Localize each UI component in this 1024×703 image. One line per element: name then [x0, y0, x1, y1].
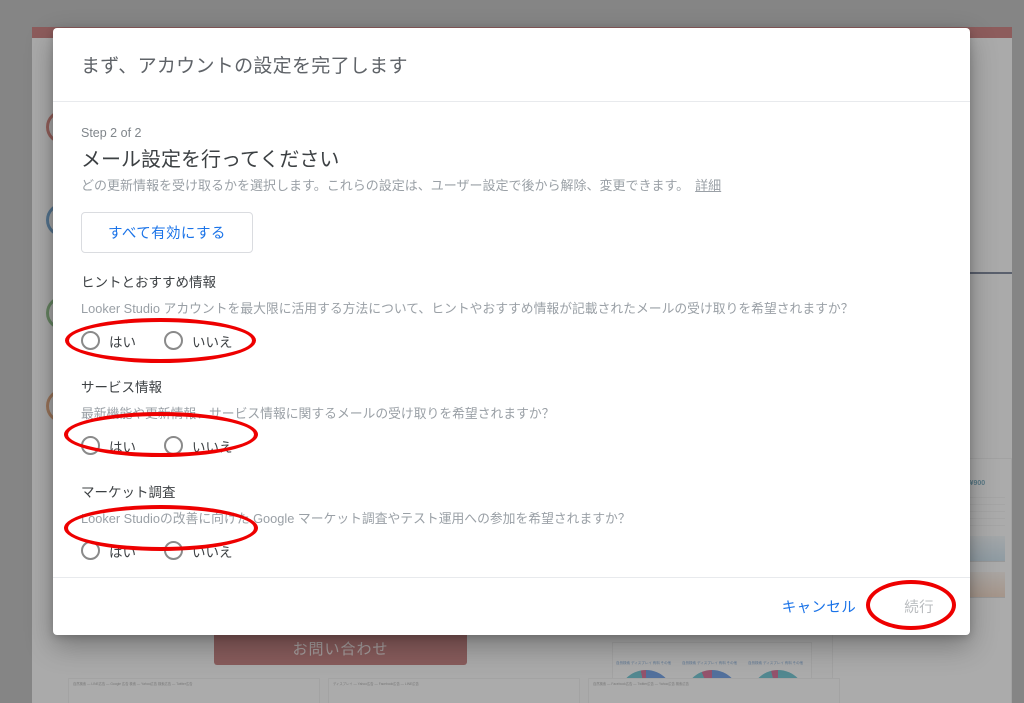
option-title: マーケット調査: [81, 484, 176, 500]
option-description: Looker Studio アカウントを最大限に活用する方法について、ヒントやお…: [81, 300, 854, 316]
radio-circle-icon[interactable]: [164, 331, 183, 351]
onboarding-dialog: まず、アカウントの設定を完了します Step 2 of 2 メール設定を行ってく…: [53, 28, 970, 635]
radio-circle-icon[interactable]: [81, 436, 100, 456]
radio-group-service-news: はい いいえ: [81, 429, 942, 463]
radio-circle-icon[interactable]: [81, 331, 100, 351]
chart-legend: 自然検索 — Facebook広告 — Twitter広告 — Yahoo広告 …: [593, 682, 689, 686]
section-description: どの更新情報を受け取るかを選択します。これらの設定は、ユーザー設定で後から解除、…: [81, 177, 942, 196]
radio-circle-icon[interactable]: [164, 436, 183, 456]
radio-label: はい: [109, 544, 136, 560]
dashboard-area-chart: ディスプレイ — Yahoo広告 — Facebook広告 — LINE広告: [328, 678, 580, 703]
radio-tips-no[interactable]: いいえ: [164, 331, 255, 351]
dialog-title: まず、アカウントの設定を完了します: [81, 56, 408, 77]
radio-service-news-no[interactable]: いいえ: [164, 436, 255, 456]
option-group-market-research: マーケット調査 Looker Studioの改善に向けた Google マーケッ…: [81, 481, 942, 568]
radio-label: いいえ: [192, 544, 233, 560]
radio-market-research-yes[interactable]: はい: [81, 541, 158, 561]
enable-all-button[interactable]: すべて有効にする: [81, 211, 253, 253]
dialog-body: Step 2 of 2 メール設定を行ってください どの更新情報を受け取るかを選…: [53, 102, 970, 577]
section-heading: メール設定を行ってください: [81, 149, 340, 171]
continue-button[interactable]: 続行: [884, 589, 954, 625]
donut-legend: 自然検索 ディスプレイ 有料 その他: [616, 660, 672, 665]
section-description-text: どの更新情報を受け取るかを選択します。これらの設定は、ユーザー設定で後から解除、…: [81, 178, 690, 193]
option-group-service-news: サービス情報 最新機能や更新情報、サービス情報に関するメールの受け取りを希望され…: [81, 376, 942, 463]
screen-root: お問い合わせ 自然検索 ディスプレイ 有料 その他 156,208 自然検索 デ…: [0, 0, 1024, 703]
option-description: 最新機能や更新情報、サービス情報に関するメールの受け取りを希望されますか？: [81, 405, 555, 421]
option-description: Looker Studioの改善に向けた Google マーケット調査やテスト運…: [81, 510, 631, 526]
radio-group-market-research: はい いいえ: [81, 534, 942, 568]
step-indicator: Step 2 of 2: [81, 126, 142, 140]
radio-circle-icon[interactable]: [81, 541, 100, 561]
cancel-button[interactable]: キャンセル: [762, 589, 877, 625]
radio-label: はい: [109, 439, 136, 455]
learn-more-link[interactable]: 詳細: [695, 178, 721, 193]
radio-circle-icon[interactable]: [164, 541, 183, 561]
dashboard-area-chart: 自然検索 — LINE広告 — Google 広告 検索 — Yahoo広告 検…: [68, 678, 320, 703]
radio-label: いいえ: [192, 439, 233, 455]
option-title: サービス情報: [81, 379, 162, 395]
donut-legend: 自然検索 ディスプレイ 有料 その他: [682, 660, 738, 665]
chart-legend: 自然検索 — LINE広告 — Google 広告 検索 — Yahoo広告 検…: [73, 682, 193, 686]
contact-button[interactable]: お問い合わせ: [214, 631, 467, 665]
radio-market-research-no[interactable]: いいえ: [164, 541, 255, 561]
dashboard-area-chart: 自然検索 — Facebook広告 — Twitter広告 — Yahoo広告 …: [588, 678, 840, 703]
chart-legend: ディスプレイ — Yahoo広告 — Facebook広告 — LINE広告: [333, 682, 419, 686]
option-title: ヒントとおすすめ情報: [81, 274, 216, 290]
background-lower-charts: 自然検索 — LINE広告 — Google 広告 検索 — Yahoo広告 検…: [64, 674, 844, 703]
radio-label: はい: [109, 334, 136, 350]
option-group-tips: ヒントとおすすめ情報 Looker Studio アカウントを最大限に活用する方…: [81, 271, 942, 358]
donut-legend: 自然検索 ディスプレイ 有料 その他: [748, 660, 804, 665]
dialog-footer: キャンセル 続行: [53, 577, 970, 635]
dashboard-kpi: ¥900: [969, 480, 986, 487]
radio-group-tips: はい いいえ: [81, 324, 942, 358]
dialog-header: まず、アカウントの設定を完了します: [53, 28, 970, 102]
radio-service-news-yes[interactable]: はい: [81, 436, 158, 456]
radio-tips-yes[interactable]: はい: [81, 331, 158, 351]
radio-label: いいえ: [192, 334, 233, 350]
